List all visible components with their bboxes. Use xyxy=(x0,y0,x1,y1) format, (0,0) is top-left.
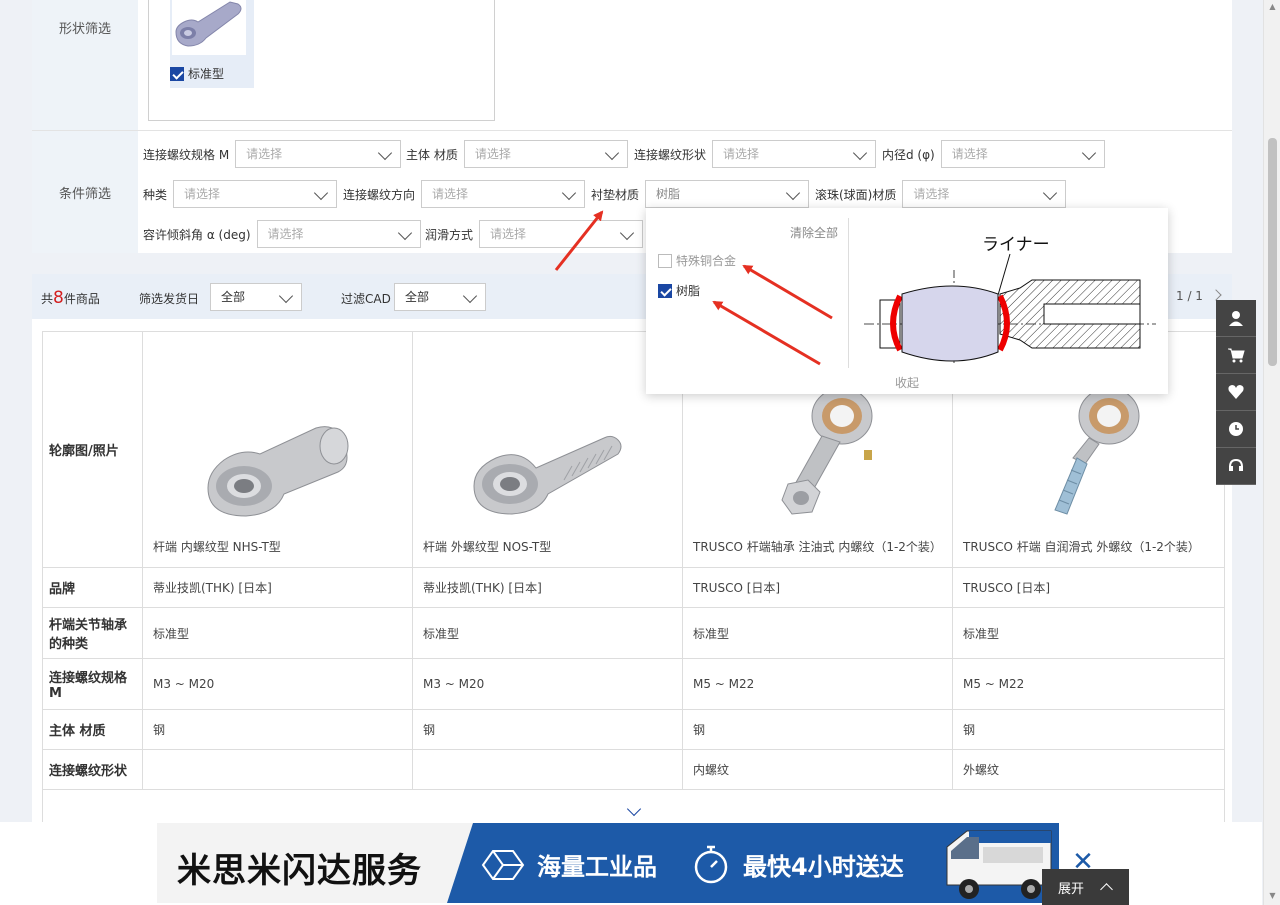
banner-item-2: 最快4小时送达 xyxy=(743,853,904,881)
express-service-banner[interactable]: 米思米闪达服务 海量工业品 最快4小时送达 xyxy=(157,823,1059,903)
arrow-to-liner-filter xyxy=(554,210,604,271)
annotation-arrows xyxy=(554,210,833,366)
cart-button[interactable] xyxy=(1216,337,1256,374)
support-button[interactable] xyxy=(1216,448,1256,485)
scroll-down-arrow-icon[interactable]: ▼ xyxy=(1264,889,1280,903)
scrollbar-thumb[interactable] xyxy=(1268,138,1277,366)
stopwatch-icon xyxy=(694,845,728,884)
expand-banner-button[interactable]: 展开 xyxy=(1042,869,1129,905)
delivery-van-icon xyxy=(946,830,1052,899)
user-icon xyxy=(1229,311,1243,326)
page-scrollbar[interactable]: ▲ ▼ xyxy=(1263,0,1280,905)
banner-left: 米思米闪达服务 xyxy=(157,823,487,903)
cart-icon xyxy=(1228,348,1245,363)
arrow-to-resin xyxy=(712,300,821,366)
floating-toolbar xyxy=(1216,300,1256,485)
scroll-up-arrow-icon[interactable]: ▲ xyxy=(1264,0,1280,14)
banner-title: 米思米闪达服务 xyxy=(177,851,422,891)
user-button[interactable] xyxy=(1216,300,1256,337)
arrow-to-special-copper xyxy=(742,264,833,320)
favorites-button[interactable] xyxy=(1216,374,1256,411)
banner-item-1: 海量工业品 xyxy=(537,853,657,881)
bottom-ad-bar: 米思米闪达服务 海量工业品 最快4小时送达 ✕ 展开 xyxy=(0,822,1262,905)
chevron-up-icon xyxy=(1100,883,1113,896)
history-button[interactable] xyxy=(1216,411,1256,448)
box-icon xyxy=(481,850,525,880)
clock-icon xyxy=(1229,422,1243,436)
headset-icon xyxy=(1229,458,1243,471)
expand-label: 展开 xyxy=(1058,881,1085,897)
heart-icon xyxy=(1228,385,1244,399)
